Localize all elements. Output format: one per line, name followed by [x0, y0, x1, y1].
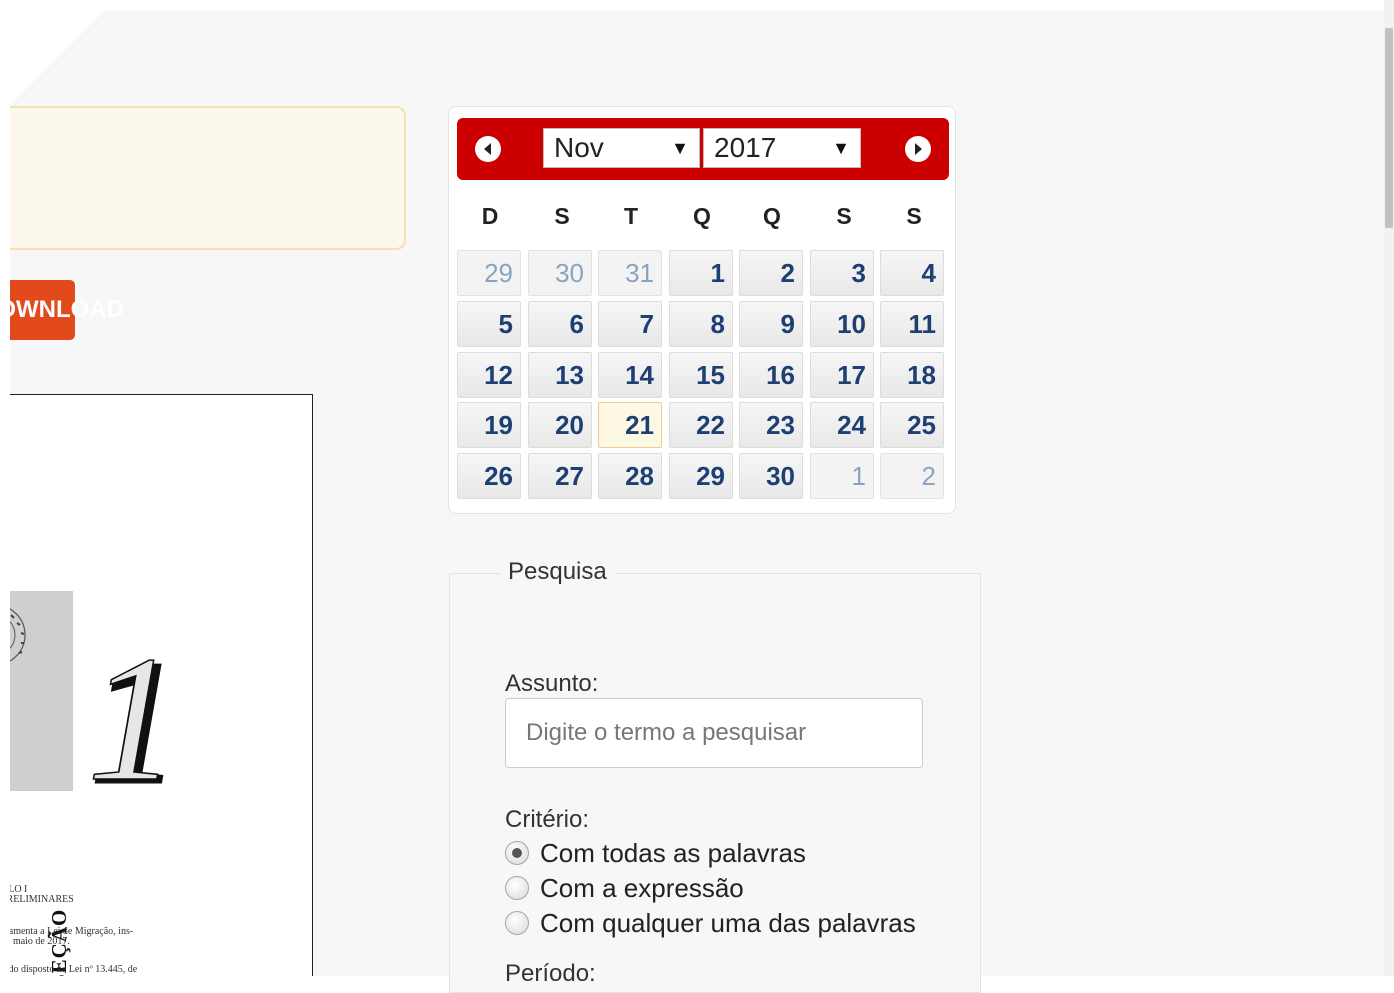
calendar-day[interactable]: 10 [810, 301, 874, 347]
period-label: Período: [505, 960, 596, 987]
radio-label: Com todas as palavras [540, 837, 806, 868]
doc-text-line: PRELIMINARES [10, 894, 74, 905]
subject-label: Assunto: [505, 670, 599, 697]
weekday-header: Q [693, 203, 711, 229]
doc-text-line: o do disposto na Lei nº 13.445, de [10, 964, 138, 975]
weekday-header: S [906, 203, 922, 229]
year-select-value: 2017 [714, 132, 777, 163]
chevron-left-circle-icon [484, 143, 491, 155]
doc-text-line: de maio de 2017. [10, 936, 70, 947]
notice-box [10, 106, 406, 250]
scrollbar-thumb[interactable] [1385, 28, 1393, 228]
seal-icon [10, 608, 26, 662]
calendar-day[interactable]: 14 [598, 352, 662, 398]
calendar-day[interactable]: 13 [528, 352, 592, 398]
calendar-day[interactable]: 11 [880, 301, 944, 347]
calendar-day[interactable]: 9 [739, 301, 803, 347]
radio-label: Com qualquer uma das palavras [540, 907, 916, 938]
corner-fold-decoration [10, 10, 105, 105]
calendar-day[interactable]: 26 [457, 453, 521, 499]
radio-button[interactable] [505, 876, 529, 900]
calendar-day[interactable]: 30 [739, 453, 803, 499]
calendar-day[interactable]: 28 [598, 453, 662, 499]
calendar-day-today[interactable]: 21 [598, 402, 662, 448]
calendar-day[interactable]: 22 [669, 402, 733, 448]
prev-month-button[interactable] [475, 136, 501, 162]
calendar-day[interactable]: 17 [810, 352, 874, 398]
calendar-day[interactable]: 19 [457, 402, 521, 448]
calendar-day[interactable]: 5 [457, 301, 521, 347]
criteria-label: Critério: [505, 806, 590, 833]
download-button[interactable]: DOWNLOAD [10, 280, 124, 340]
calendar-header: Nov ▼ 2017 ▼ [457, 118, 949, 180]
page-scrollbar[interactable] [1384, 0, 1394, 976]
calendar-day[interactable]: 25 [880, 402, 944, 448]
criteria-option-all-words[interactable]: Com todas as palavras [505, 838, 806, 868]
weekday-header: T [623, 203, 639, 229]
radio-button[interactable] [505, 911, 529, 935]
calendar-day[interactable]: 23 [739, 402, 803, 448]
calendar-day[interactable]: 29 [669, 453, 733, 499]
calendar-day[interactable]: 27 [528, 453, 592, 499]
calendar-day[interactable]: 18 [880, 352, 944, 398]
calendar-day[interactable]: 1 [810, 453, 874, 499]
calendar-day[interactable]: 2 [739, 250, 803, 296]
search-legend: Pesquisa [500, 558, 615, 586]
weekday-header: D [481, 203, 499, 229]
document-preview[interactable]: SEÇÃO 1 1 ULO I PRELIMINARES ulamenta a … [10, 394, 313, 976]
next-month-button[interactable] [905, 136, 931, 162]
caret-down-icon: ▼ [671, 138, 689, 158]
chevron-right-circle-icon [915, 143, 922, 155]
year-select[interactable]: 2017 ▼ [703, 128, 861, 168]
calendar-day[interactable]: 20 [528, 402, 592, 448]
calendar-day[interactable]: 4 [880, 250, 944, 296]
weekday-header: Q [763, 203, 781, 229]
calendar-day[interactable]: 2 [880, 453, 944, 499]
month-select[interactable]: Nov ▼ [543, 128, 700, 168]
criteria-option-any-word[interactable]: Com qualquer uma das palavras [505, 908, 916, 938]
calendar-day[interactable]: 12 [457, 352, 521, 398]
calendar-day[interactable]: 7 [598, 301, 662, 347]
calendar-day[interactable]: 8 [669, 301, 733, 347]
calendar-day[interactable]: 29 [457, 250, 521, 296]
calendar-day[interactable]: 6 [528, 301, 592, 347]
weekday-header: S [554, 203, 570, 229]
radio-button[interactable] [505, 841, 529, 865]
date-picker-calendar: Nov ▼ 2017 ▼ D S T Q Q S S 29 30 31 1 2 3 4 5 6 7… [448, 106, 956, 514]
calendar-day[interactable]: 24 [810, 402, 874, 448]
subject-input[interactable] [505, 698, 923, 768]
month-select-value: Nov [554, 132, 604, 163]
calendar-day[interactable]: 1 [669, 250, 733, 296]
calendar-day[interactable]: 15 [669, 352, 733, 398]
section-number-outline: 1 [87, 635, 177, 790]
calendar-day[interactable]: 16 [739, 352, 803, 398]
calendar-day[interactable]: 3 [810, 250, 874, 296]
section-emblem: SEÇÃO [10, 591, 73, 976]
weekday-header: S [836, 203, 852, 229]
calendar-day[interactable]: 31 [598, 250, 662, 296]
section-number-graphic: 1 1 [87, 635, 182, 790]
radio-label: Com a expressão [540, 872, 744, 903]
criteria-option-expression[interactable]: Com a expressão [505, 873, 744, 903]
caret-down-icon: ▼ [832, 138, 850, 158]
calendar-day[interactable]: 30 [528, 250, 592, 296]
